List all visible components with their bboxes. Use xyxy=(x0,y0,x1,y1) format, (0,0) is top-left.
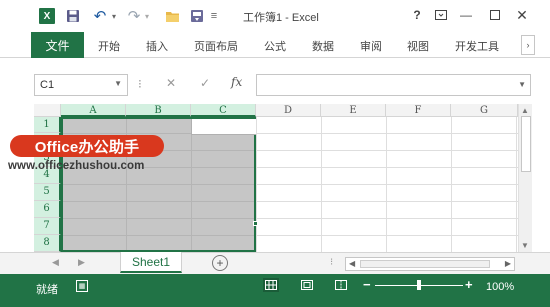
selection-gridline xyxy=(63,201,254,202)
select-all-corner[interactable] xyxy=(34,104,61,117)
maximize-icon[interactable] xyxy=(486,6,504,24)
tab-formulas[interactable]: 公式 xyxy=(264,38,286,54)
undo-dropdown-icon[interactable]: ▾ xyxy=(110,8,118,24)
selection-gridline xyxy=(63,218,254,219)
zoom-out-icon[interactable]: − xyxy=(363,277,371,292)
open-folder-icon[interactable] xyxy=(165,8,180,24)
worksheet-grid: A B C D E F G 1 2 3 4 5 6 7 8 xyxy=(0,104,550,252)
tab-developer[interactable]: 开发工具 xyxy=(455,38,499,54)
add-sheet-icon[interactable]: + xyxy=(212,255,228,271)
selection-gridline xyxy=(63,235,254,236)
save-icon[interactable] xyxy=(66,8,80,24)
zoom-in-icon[interactable]: + xyxy=(465,277,473,292)
page-break-preview-icon[interactable] xyxy=(333,278,349,292)
row-header-5[interactable]: 5 xyxy=(34,184,61,201)
normal-view-icon[interactable] xyxy=(263,278,279,292)
name-box-value: C1 xyxy=(40,79,55,91)
formula-bar-grip-icon: ⁝ xyxy=(138,77,142,91)
scroll-left-icon[interactable]: ◀ xyxy=(349,259,355,268)
ribbon-scroll-right-icon[interactable]: › xyxy=(521,35,535,55)
cancel-entry-icon[interactable]: ✕ xyxy=(166,76,176,90)
macro-record-icon[interactable]: ▦ xyxy=(76,280,88,292)
sheet-next-icon[interactable]: ▶ xyxy=(78,257,85,268)
customize-dropdown-icon[interactable]: ≡ xyxy=(209,8,219,24)
scroll-down-icon[interactable]: ▼ xyxy=(521,241,529,250)
ribbon-tabs: 文件 开始 插入 页面布局 公式 数据 审阅 视图 开发工具 › xyxy=(0,32,550,58)
redo-dropdown-icon[interactable]: ▾ xyxy=(143,8,151,24)
column-header-f[interactable]: F xyxy=(386,104,451,117)
vertical-scrollbar[interactable]: ▲ ▼ xyxy=(518,104,532,252)
formula-bar: C1 ▼ ⁝ ✕ ✓ fx ▼ xyxy=(0,58,550,104)
chevron-down-icon[interactable]: ▼ xyxy=(114,79,122,88)
close-icon[interactable]: ✕ xyxy=(513,6,531,24)
watermark-url: www.officezhushou.com xyxy=(8,160,145,172)
zoom-percentage[interactable]: 100% xyxy=(486,281,514,293)
watermark-badge: Office办公助手 xyxy=(10,135,164,157)
redo-icon[interactable]: ↷ xyxy=(126,8,142,25)
tab-split-grip-icon[interactable]: ⁝ xyxy=(330,257,333,268)
window-title: 工作簿1 - Excel xyxy=(243,12,319,24)
horizontal-scrollbar[interactable]: ◀ ▶ xyxy=(345,257,515,271)
sheet-tab-sheet1[interactable]: Sheet1 xyxy=(120,252,182,273)
sheet-tab-bar: ◀ ▶ Sheet1 + ⁝ ◀ ▶ xyxy=(0,252,550,274)
help-icon[interactable]: ? xyxy=(408,6,426,24)
insert-function-icon[interactable]: fx xyxy=(231,75,242,89)
enter-entry-icon[interactable]: ✓ xyxy=(200,76,210,90)
tab-view[interactable]: 视图 xyxy=(407,38,429,54)
column-header-e[interactable]: E xyxy=(321,104,386,117)
scroll-right-icon[interactable]: ▶ xyxy=(505,259,511,268)
zoom-slider-thumb[interactable] xyxy=(417,280,421,290)
scroll-up-icon[interactable]: ▲ xyxy=(521,106,529,115)
title-bar: X ↶ ▾ ↷ ▾ ≡ 工作簿1 - Excel ? — ✕ xyxy=(0,0,550,32)
row-header-8[interactable]: 8 xyxy=(34,235,61,252)
tab-page-layout[interactable]: 页面布局 xyxy=(194,38,238,54)
quick-access-icon[interactable] xyxy=(190,8,204,24)
tab-data[interactable]: 数据 xyxy=(312,38,334,54)
expand-formula-bar-icon[interactable]: ▼ xyxy=(518,80,526,89)
status-ready: 就绪 xyxy=(36,284,58,296)
row-header-1[interactable]: 1 xyxy=(34,117,61,133)
horizontal-scroll-thumb[interactable] xyxy=(360,260,490,268)
column-header-c[interactable]: C xyxy=(191,104,256,117)
minimize-icon[interactable]: — xyxy=(457,6,475,24)
fill-handle[interactable] xyxy=(253,221,258,226)
tab-file[interactable]: 文件 xyxy=(31,32,84,58)
column-header-d[interactable]: D xyxy=(256,104,321,117)
tab-insert[interactable]: 插入 xyxy=(146,38,168,54)
active-cell[interactable] xyxy=(191,119,256,135)
column-header-a[interactable]: A xyxy=(61,104,126,117)
sheet-prev-icon[interactable]: ◀ xyxy=(52,257,59,268)
name-box[interactable]: C1 ▼ xyxy=(34,74,128,96)
column-header-g[interactable]: G xyxy=(451,104,518,117)
formula-input[interactable]: ▼ xyxy=(256,74,531,96)
row-header-7[interactable]: 7 xyxy=(34,218,61,235)
vertical-scroll-thumb[interactable] xyxy=(521,116,531,172)
excel-logo-icon[interactable]: X xyxy=(39,8,55,24)
selection-gridline xyxy=(63,184,254,185)
column-header-b[interactable]: B xyxy=(126,104,191,117)
ribbon-display-options-icon[interactable] xyxy=(432,6,450,24)
tab-review[interactable]: 审阅 xyxy=(360,38,382,54)
page-layout-view-icon[interactable] xyxy=(299,278,315,292)
tab-home[interactable]: 开始 xyxy=(98,38,120,54)
undo-icon[interactable]: ↶ xyxy=(92,8,108,25)
row-header-6[interactable]: 6 xyxy=(34,201,61,218)
status-bar: 就绪 ▦ − + 100% xyxy=(0,274,550,307)
